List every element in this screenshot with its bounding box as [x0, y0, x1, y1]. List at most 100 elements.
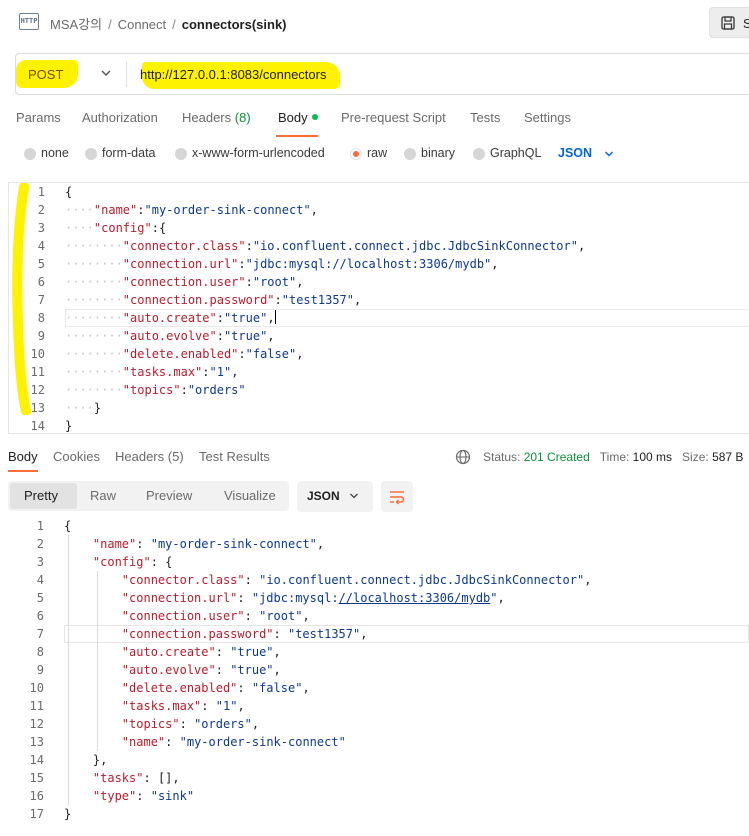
line-number: 14: [30, 419, 45, 433]
view-visualize[interactable]: Visualize: [224, 488, 276, 503]
breadcrumb: MSA강의 / Connect / connectors(sink): [50, 14, 287, 33]
globe-icon[interactable]: [455, 449, 471, 465]
tab-authorization[interactable]: Authorization: [82, 110, 158, 125]
code-text: "connector.class": "io.confluent.connect…: [121, 573, 592, 587]
code-line: 13 ····}: [9, 399, 749, 417]
tab-headers-label: Headers: [182, 110, 232, 125]
code-line: 9 "auto.evolve": "true",: [8, 661, 749, 679]
breadcrumb-folder[interactable]: Connect: [118, 17, 166, 32]
response-tab-body[interactable]: Body: [8, 449, 38, 464]
inline-link[interactable]: //localhost:3306/mydb: [339, 591, 491, 605]
line-number: 10: [29, 681, 44, 695]
radio-circle: [473, 148, 485, 160]
line-number: 7: [36, 627, 44, 641]
tab-settings[interactable]: Settings: [524, 110, 571, 125]
size-value[interactable]: 587 B: [712, 450, 743, 464]
code-text: "connection.user": "root",: [121, 609, 310, 623]
code-line: 7 "connection.password": "test1357",: [8, 625, 749, 643]
code-text: "type": "sink": [92, 789, 195, 803]
radio-circle: [85, 148, 97, 160]
radio-label: x-www-form-urlencoded: [192, 146, 325, 160]
save-button-label: S: [743, 16, 749, 31]
highlighter-stroke-mark: [12, 183, 31, 415]
divider: [126, 62, 127, 87]
code-text: ····"name":"my-order-sink-connect",: [65, 203, 318, 217]
tab-headers-count: (8): [234, 110, 251, 125]
line-number: 15: [29, 771, 44, 785]
code-text: ········"connector.class":"io.confluent.…: [65, 239, 586, 253]
save-button[interactable]: S: [709, 7, 749, 38]
code-text: "delete.enabled": "false",: [121, 681, 310, 695]
save-icon: [721, 16, 735, 30]
code-line: 2 ····"name":"my-order-sink-connect",: [9, 201, 749, 219]
code-line: 4 ········"connector.class":"io.confluent…: [9, 237, 749, 255]
request-body-editor[interactable]: 1{2 ····"name":"my-order-sink-connect", 3 ·…: [8, 182, 749, 434]
radio-label: form-data: [102, 146, 156, 160]
code-text: "name": "my-order-sink-connect": [121, 735, 346, 749]
code-text: {: [64, 519, 72, 533]
code-text: "connection.url": "jdbc:mysql://localhos…: [121, 591, 505, 605]
response-tab-cookies[interactable]: Cookies: [53, 449, 100, 464]
status-value[interactable]: 201 Created: [524, 450, 590, 464]
code-text: ········"topics":"orders": [65, 383, 246, 397]
method-select[interactable]: POST: [28, 67, 63, 82]
response-body-viewer[interactable]: 1{2 "name": "my-order-sink-connect", 3 "c…: [8, 517, 749, 828]
url-input[interactable]: http://127.0.0.1:8083/connectors: [140, 67, 326, 82]
code-text: "auto.create": "true",: [121, 645, 281, 659]
line-number: 1: [36, 519, 44, 533]
tab-body-label: Body: [278, 110, 308, 125]
response-tab-test-results[interactable]: Test Results: [199, 449, 270, 464]
radio-label: none: [41, 146, 69, 160]
active-tab-underline: [8, 470, 38, 472]
code-line: 15 "tasks": [],: [8, 769, 749, 787]
response-tab-headers-label: Headers: [115, 449, 165, 464]
line-number: 4: [36, 573, 44, 587]
body-format-select[interactable]: JSON: [558, 146, 613, 160]
code-text: "connection.password": "test1357",: [121, 627, 368, 641]
code-line: 11 "tasks.max": "1",: [8, 697, 749, 715]
tab-headers[interactable]: Headers (8): [182, 110, 251, 125]
tab-pre-request-script[interactable]: Pre-request Script: [341, 110, 446, 125]
breadcrumb-collection[interactable]: MSA강의: [50, 17, 102, 32]
chevron-down-icon: [350, 493, 358, 499]
code-line: 12 ········"topics":"orders": [9, 381, 749, 399]
line-number: 2: [36, 537, 44, 551]
line-number: 3: [36, 555, 44, 569]
view-preview[interactable]: Preview: [146, 488, 192, 503]
code-text: ········"tasks.max":"1",: [65, 365, 239, 379]
time-value[interactable]: 100 ms: [633, 450, 672, 464]
response-format-label: JSON: [307, 489, 340, 503]
breadcrumb-request-name[interactable]: connectors(sink): [182, 17, 287, 32]
view-pretty[interactable]: Pretty: [24, 488, 58, 503]
line-number: 5: [36, 591, 44, 605]
tab-params[interactable]: Params: [16, 110, 61, 125]
line-number: 14: [29, 753, 44, 767]
code-text: },: [64, 753, 108, 767]
wrap-lines-button[interactable]: [381, 481, 413, 512]
chevron-down-icon[interactable]: [100, 67, 112, 79]
request-header: HTTP MSA강의 / Connect / connectors(sink) S: [0, 0, 749, 44]
view-raw[interactable]: Raw: [90, 488, 116, 503]
line-number: 9: [36, 663, 44, 677]
response-tab-headers[interactable]: Headers (5): [115, 449, 184, 464]
code-line: 3 ····"config":{: [9, 219, 749, 237]
code-line: 9 ········"auto.evolve":"true",: [9, 327, 749, 345]
response-format-select[interactable]: JSON: [297, 481, 373, 512]
line-number: 6: [36, 609, 44, 623]
radio-circle: [404, 148, 416, 160]
response-meta: Status: 201 Created Time: 100 ms Size: 5…: [483, 450, 743, 464]
tab-tests[interactable]: Tests: [470, 110, 500, 125]
code-line: 10 "delete.enabled": "false",: [8, 679, 749, 697]
code-line: 7 ········"connection.password":"test1357…: [9, 291, 749, 309]
code-line: 5 "connection.url": "jdbc:mysql://localh…: [8, 589, 749, 607]
code-line: 11 ········"tasks.max":"1",: [9, 363, 749, 381]
code-text: ········"connection.user":"root",: [65, 275, 304, 289]
code-text: ········"auto.create":"true",: [65, 310, 276, 325]
code-line: 6 "connection.user": "root",: [8, 607, 749, 625]
response-tab-headers-count: (5): [167, 449, 184, 464]
code-text: }: [65, 419, 73, 433]
wrap-lines-icon: [390, 491, 405, 505]
tab-body[interactable]: Body: [278, 110, 318, 125]
radio-label: GraphQL: [490, 146, 542, 160]
code-text: ········"delete.enabled":"false",: [65, 347, 304, 361]
